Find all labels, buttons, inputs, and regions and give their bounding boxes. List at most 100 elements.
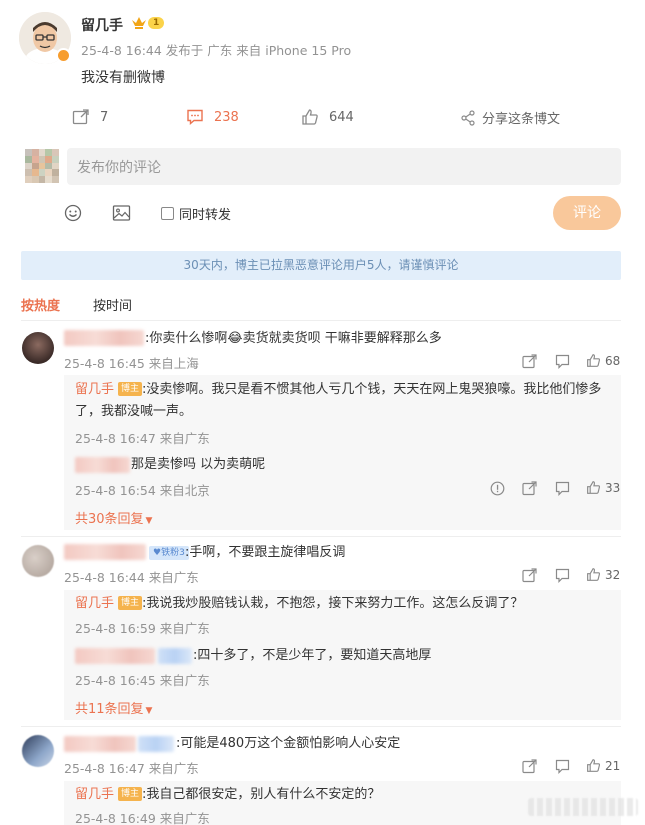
submit-comment-button[interactable]: 评论 <box>553 196 621 230</box>
comment-meta: 25-4-8 16:47 来自广东 <box>64 761 199 776</box>
commenter-avatar[interactable] <box>22 332 54 364</box>
comment-like-button[interactable]: 21 <box>586 758 620 773</box>
like-icon <box>587 354 601 367</box>
tab-time[interactable]: 按时间 <box>93 295 132 314</box>
submit-label: 评论 <box>573 205 601 221</box>
commenter-avatar[interactable] <box>22 735 54 767</box>
comment-text: :可能是480万这个金额怕影响人心安定 <box>176 736 401 751</box>
reply-meta: 25-4-8 16:59 来自广东 <box>75 621 210 636</box>
comment-icon <box>187 109 203 126</box>
reply-text: :四十多了，不是少年了，要知道天高地厚 <box>193 648 432 663</box>
more-replies-label: 共30条回复 <box>75 512 144 527</box>
post-meta: 25-4-8 16:44 发布于 广东 来自 iPhone 15 Pro <box>81 43 352 58</box>
verified-badge-icon <box>56 48 71 63</box>
comment-like-count: 32 <box>605 567 621 582</box>
reply-text: :没卖惨啊。我只是看不惯其他人亏几个钱，天天在网上鬼哭狼嚎。我比他们惨多了，我都… <box>75 382 602 419</box>
share-button[interactable]: 分享这条博文 <box>460 108 560 127</box>
checkbox-box[interactable] <box>161 207 174 220</box>
block-notice: 30天内，博主已拉黑恶意评论用户5人，请谨慎评论 <box>21 251 621 280</box>
comment-like-button[interactable]: 32 <box>586 567 620 582</box>
share-icon[interactable] <box>522 481 537 496</box>
crown-icon <box>132 17 146 29</box>
blogger-badge: 博主 <box>118 787 143 801</box>
reply-like-count: 33 <box>605 480 621 495</box>
like-icon <box>587 568 601 581</box>
reply-meta: 25-4-8 16:49 来自广东 <box>75 811 210 825</box>
reply-author[interactable]: 留几手 <box>75 382 114 397</box>
divider <box>21 726 621 727</box>
vip-badge[interactable]: 1 <box>131 16 165 30</box>
reply-author[interactable]: 留几手 <box>75 787 114 802</box>
repost-icon <box>72 109 89 125</box>
reply-item: 留几手 博主:我自己都很安定，别人有什么不安定的？ <box>75 784 380 806</box>
caret-down-icon: ▼ <box>145 516 153 526</box>
commenter-name-blurred[interactable] <box>64 544 146 560</box>
repost-checkbox-label: 同时转发 <box>179 208 232 223</box>
comment-like-button[interactable]: 68 <box>586 353 620 368</box>
more-replies-label: 共11条回复 <box>75 702 144 717</box>
reply-author-blurred[interactable] <box>75 457 130 473</box>
reply-icon[interactable] <box>555 759 570 774</box>
comment-like-count: 68 <box>605 353 621 368</box>
post-author-name[interactable]: 留几手 <box>81 15 123 35</box>
watermark <box>528 798 638 816</box>
reply-author[interactable]: 留几手 <box>75 596 114 611</box>
block-notice-text: 30天内，博主已拉黑恶意评论用户5人，请谨慎评论 <box>183 258 459 272</box>
reply-text: 那是卖惨吗 以为卖萌呢 <box>131 457 266 472</box>
share-icon[interactable] <box>522 568 537 583</box>
more-replies-link[interactable]: 共30条回复 ▼ <box>75 508 152 527</box>
divider <box>21 320 621 321</box>
fan-badge: ♥铁粉3 <box>149 546 189 560</box>
fan-badge-label: 铁粉3 <box>161 548 185 558</box>
commenter-name-blurred[interactable] <box>64 736 136 752</box>
comment-meta: 25-4-8 16:44 来自广东 <box>64 570 199 585</box>
share-icon[interactable] <box>522 354 537 369</box>
reply-meta: 25-4-8 16:47 来自广东 <box>75 431 210 446</box>
vip-level: 1 <box>148 17 165 29</box>
caret-down-icon: ▼ <box>145 706 153 716</box>
like-button[interactable]: 644 <box>301 108 354 126</box>
repost-button[interactable]: 7 <box>72 108 108 126</box>
comment-like-count: 21 <box>605 758 621 773</box>
share-icon[interactable] <box>522 759 537 774</box>
divider <box>21 536 621 537</box>
emoji-icon[interactable] <box>64 204 82 226</box>
reply-icon[interactable] <box>555 568 570 583</box>
comment-input[interactable]: 发布你的评论 <box>67 148 621 185</box>
comment-button[interactable]: 238 <box>186 108 239 126</box>
like-icon <box>302 109 318 125</box>
reply-icon[interactable] <box>555 481 570 496</box>
reply-meta: 25-4-8 16:45 来自广东 <box>75 673 210 688</box>
heart-icon: ♥ <box>153 548 162 558</box>
more-replies-link[interactable]: 共11条回复 ▼ <box>75 698 152 717</box>
like-icon <box>587 759 601 772</box>
comment-text: :手啊，不要跟主旋律唱反调 <box>185 545 346 560</box>
repost-checkbox[interactable]: 同时转发 <box>161 204 231 223</box>
fan-badge-blurred <box>158 648 192 664</box>
reply-author-blurred[interactable] <box>75 648 155 664</box>
comment-meta: 25-4-8 16:45 来自上海 <box>64 356 199 371</box>
share-label: 分享这条博文 <box>482 112 561 127</box>
commenter-avatar[interactable] <box>22 545 54 577</box>
reply-item: 留几手 博主:我说我炒股赔钱认栽，不抱怨，接下来努力工作。这怎么反调了？ <box>75 593 523 615</box>
comment-text: :你卖什么惨啊😂卖货就卖货呗 干嘛非要解释那么多 <box>145 331 442 346</box>
reply-text: :我说我炒股赔钱认栽，不抱怨，接下来努力工作。这怎么反调了？ <box>142 596 524 611</box>
repost-count: 7 <box>100 109 109 125</box>
share-icon <box>461 109 475 126</box>
comment-count: 238 <box>214 109 239 125</box>
comment-input-placeholder: 发布你的评论 <box>77 160 161 176</box>
reply-item: 留几手 博主:没卖惨啊。我只是看不惯其他人亏几个钱，天天在网上鬼哭狼嚎。我比他们惨… <box>75 379 610 423</box>
tab-hot-label: 按热度 <box>21 299 61 314</box>
like-count: 644 <box>329 109 354 125</box>
tab-hot[interactable]: 按热度 <box>21 295 60 314</box>
reply-icon[interactable] <box>555 354 570 369</box>
blogger-badge: 博主 <box>118 596 143 610</box>
fan-badge-blurred <box>138 736 174 752</box>
report-icon[interactable] <box>490 481 505 496</box>
image-icon[interactable] <box>112 204 131 226</box>
reply-like-button[interactable]: 33 <box>586 480 620 495</box>
tab-time-label: 按时间 <box>93 299 133 314</box>
commenter-name-blurred[interactable] <box>64 330 144 346</box>
reply-meta: 25-4-8 16:54 来自北京 <box>75 483 210 498</box>
post-content: 我没有删微博 <box>81 70 165 86</box>
